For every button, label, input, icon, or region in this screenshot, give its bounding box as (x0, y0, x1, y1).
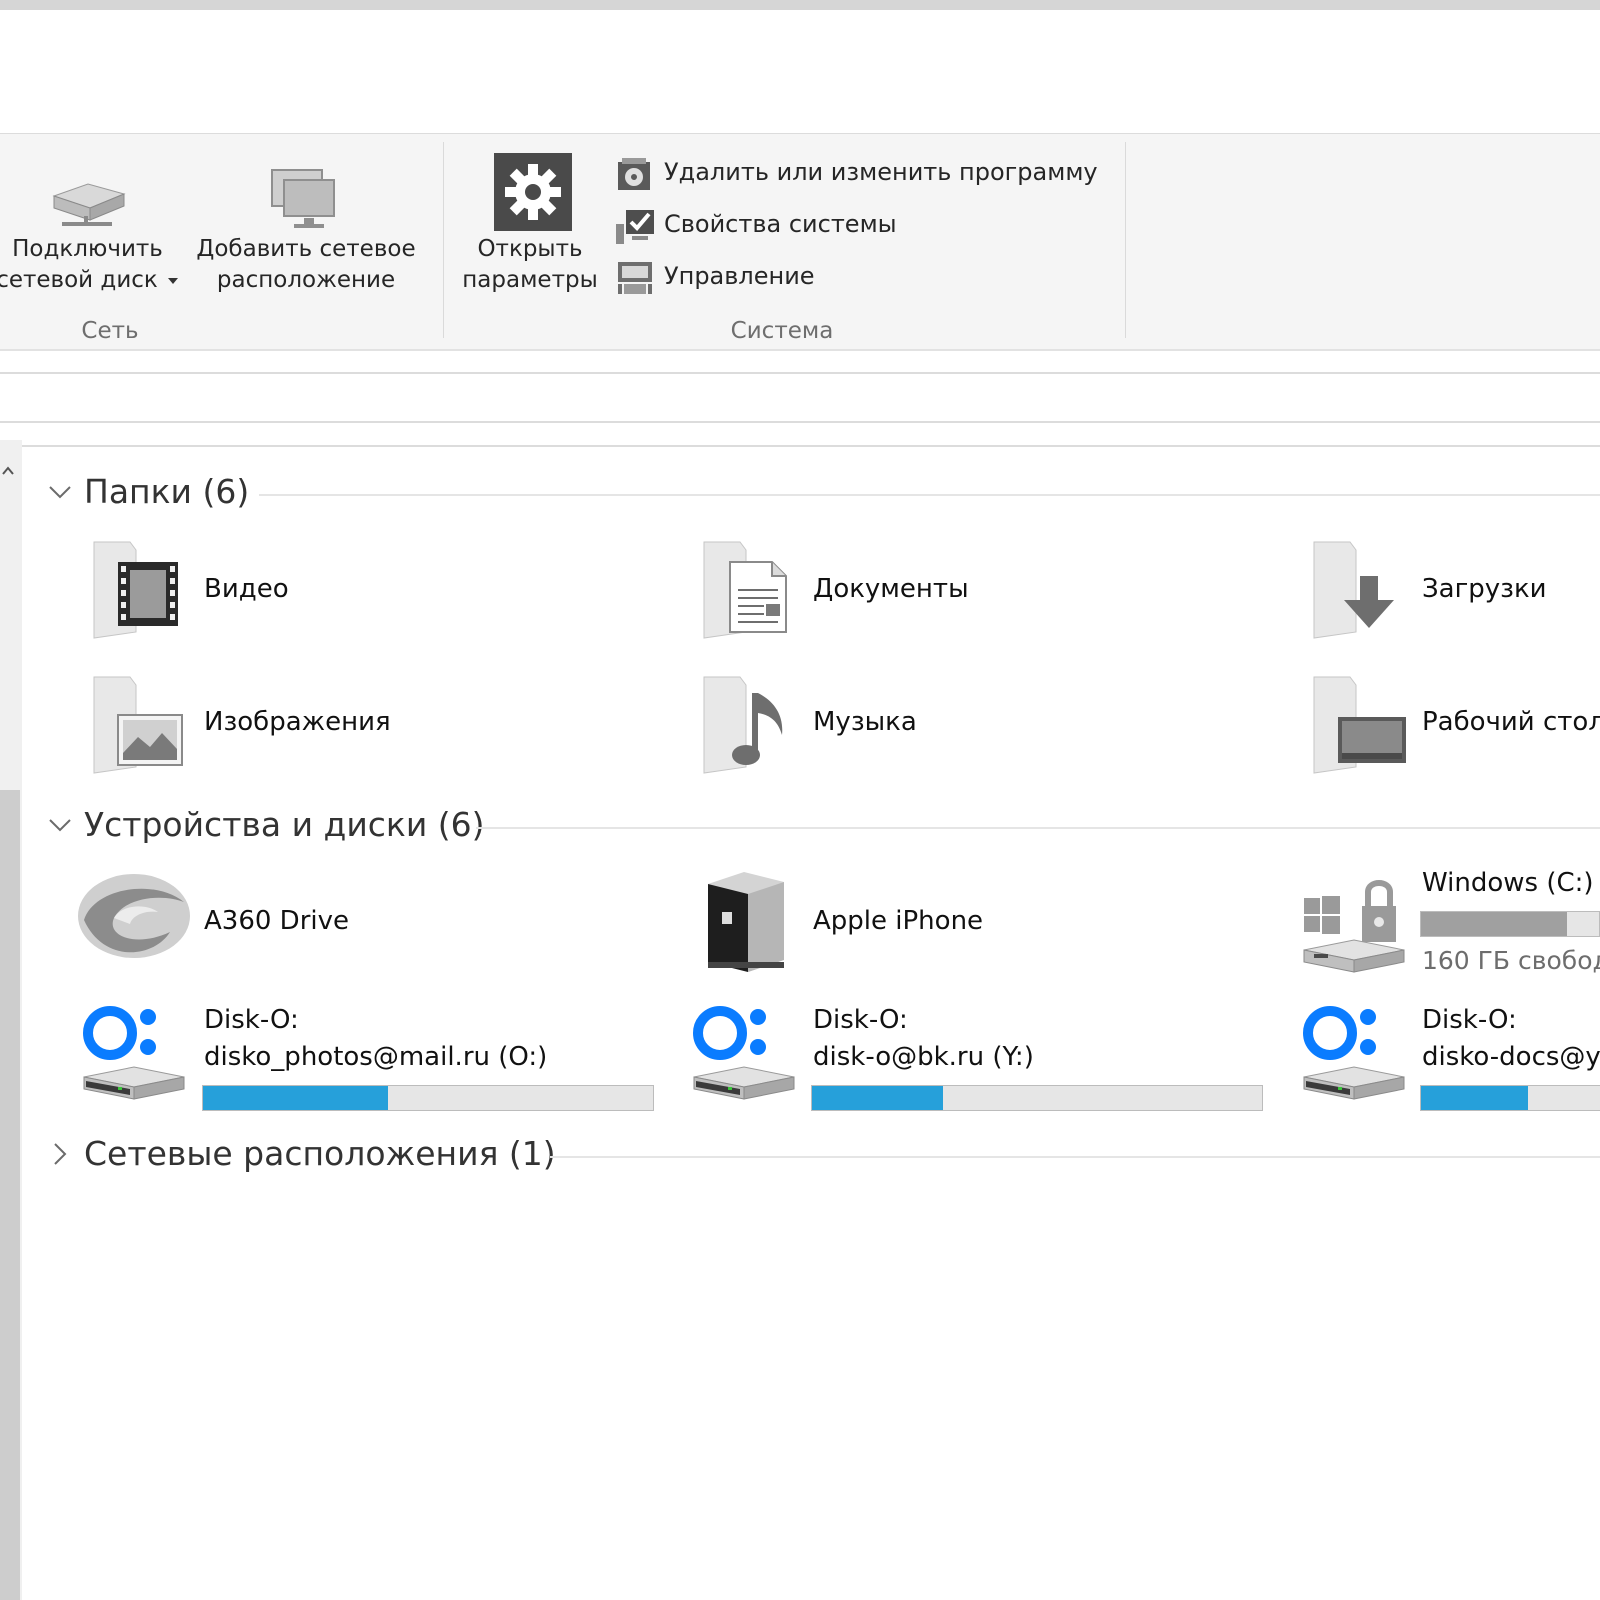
chevron-down-icon (49, 819, 71, 832)
devices-section-header[interactable]: Устройства и диски (6) (44, 803, 1600, 853)
portable-device-icon (708, 872, 784, 972)
folder-item-desktop[interactable]: Рабочий стол (1310, 675, 1600, 775)
ribbon-separator (1125, 142, 1126, 338)
scroll-up-arrow-icon[interactable] (2, 462, 14, 475)
gear-icon (494, 153, 572, 231)
chevron-down-icon (49, 486, 71, 499)
map-drive-label-line2: сетевой диск (0, 267, 158, 293)
pictures-folder-icon (93, 676, 183, 774)
downloads-folder-icon (1313, 541, 1394, 639)
device-item-label-line1: Disk-O: (813, 1005, 908, 1035)
folders-section-title: Папки (6) (84, 472, 250, 511)
drive-usage-bar (202, 1085, 654, 1111)
device-item-disko-docs[interactable]: Disk-O: disko-docs@y (1300, 1005, 1600, 1115)
folder-item-music[interactable]: Музыка (700, 675, 1260, 775)
video-folder-icon (93, 541, 178, 639)
device-item-label: Windows (C:) (1422, 868, 1594, 898)
device-item-apple-iphone[interactable]: Apple iPhone (700, 868, 1260, 978)
disko-drive-icon (83, 1006, 185, 1100)
folder-item-video[interactable]: Видео (90, 540, 650, 640)
drive-free-space: 160 ГБ свобод (1422, 946, 1600, 975)
drive-usage-bar (1420, 1085, 1600, 1111)
content-top-border (0, 445, 1600, 447)
open-settings-label-line2: параметры (462, 267, 598, 293)
device-item-label-line1: Disk-O: (204, 1005, 299, 1035)
folder-item-label: Музыка (813, 707, 917, 737)
folder-item-downloads[interactable]: Загрузки (1310, 540, 1600, 640)
uninstall-program-button[interactable]: Удалить или изменить программу (616, 154, 1106, 194)
uninstall-program-label: Удалить или изменить программу (664, 158, 1098, 186)
open-settings-button[interactable]: Открыть параметры (455, 150, 605, 305)
disko-drive-icon (693, 1006, 795, 1100)
add-location-label-line2: расположение (216, 267, 396, 293)
device-item-disko-photos[interactable]: Disk-O: disko_photos@mail.ru (O:) (80, 1005, 660, 1115)
drive-usage-fill (812, 1086, 943, 1110)
system-properties-icon (616, 210, 654, 244)
music-folder-icon (703, 676, 783, 774)
drive-usage-bar (811, 1085, 1263, 1111)
network-location-icon (271, 169, 335, 228)
manage-button[interactable]: Управление (616, 258, 846, 298)
windows-drive-lock-icon (1303, 880, 1405, 973)
folder-item-label: Рабочий стол (1422, 707, 1600, 737)
device-item-label-line1: Disk-O: (1422, 1005, 1517, 1035)
system-properties-label: Свойства системы (664, 210, 897, 238)
drive-usage-fill (1421, 912, 1567, 936)
device-item-disko-bk[interactable]: Disk-O: disk-o@bk.ru (Y:) (690, 1005, 1270, 1115)
uninstall-program-icon (618, 158, 650, 190)
device-item-windows-c[interactable]: Windows (C:) 160 ГБ свобод (1300, 868, 1600, 978)
manage-label: Управление (664, 262, 815, 290)
device-item-label: A360 Drive (204, 906, 349, 936)
title-bar-strip (0, 0, 1600, 10)
device-item-label-line2: disko-docs@y (1422, 1042, 1600, 1072)
section-divider (259, 494, 1600, 496)
folder-item-label: Изображения (204, 707, 391, 737)
section-divider (476, 827, 1600, 829)
folder-item-label: Загрузки (1422, 574, 1547, 604)
add-location-label-line1: Добавить сетевое (196, 236, 416, 262)
open-settings-label-line1: Открыть (477, 236, 583, 262)
network-locations-section-header[interactable]: Сетевые расположения (1) (44, 1132, 1600, 1182)
add-network-location-button[interactable]: Добавить сетевое расположение (188, 160, 424, 300)
folder-item-documents[interactable]: Документы (700, 540, 1260, 640)
system-properties-button[interactable]: Свойства системы (616, 206, 916, 246)
chevron-right-icon (54, 1143, 67, 1165)
network-group-label: Сеть (81, 318, 139, 344)
ribbon-separator (443, 142, 444, 338)
system-group-label: Система (730, 318, 834, 344)
drive-usage-fill (1421, 1086, 1529, 1110)
drive-usage-bar (1420, 911, 1600, 937)
drive-usage-fill (203, 1086, 388, 1110)
device-item-a360-drive[interactable]: A360 Drive (74, 868, 654, 978)
address-bar-top-border (0, 372, 1600, 374)
address-bar-bottom-border (0, 421, 1600, 423)
network-locations-section-title: Сетевые расположения (1) (84, 1134, 556, 1173)
section-divider (550, 1156, 1600, 1158)
network-drive-icon (52, 183, 126, 226)
folder-item-pictures[interactable]: Изображения (90, 675, 650, 775)
desktop-folder-icon (1313, 676, 1406, 774)
map-network-drive-button[interactable]: Подключить сетевой диск (0, 160, 178, 300)
disko-drive-icon (1303, 1006, 1405, 1100)
folders-section-header[interactable]: Папки (6) (44, 470, 1600, 520)
folder-item-label: Видео (204, 574, 289, 604)
devices-section-title: Устройства и диски (6) (84, 805, 485, 844)
chevron-down-icon[interactable] (168, 278, 178, 284)
a360-drive-icon (78, 874, 190, 958)
computer-management-icon (618, 262, 652, 294)
documents-folder-icon (703, 541, 787, 639)
folder-item-label: Документы (813, 574, 969, 604)
device-item-label-line2: disk-o@bk.ru (Y:) (813, 1042, 1034, 1072)
map-drive-label-line1: Подключить (12, 236, 163, 262)
nav-pane-scrollbar-thumb[interactable] (0, 790, 20, 1600)
device-item-label-line2: disko_photos@mail.ru (O:) (204, 1042, 548, 1072)
device-item-label: Apple iPhone (813, 906, 984, 936)
